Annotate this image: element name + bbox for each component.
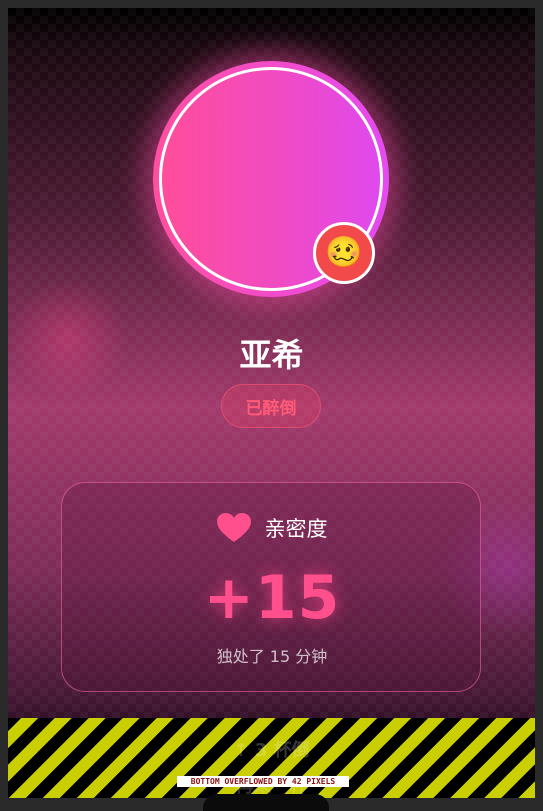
status-emoji-glyph: 🥴 xyxy=(325,235,363,270)
home-indicator[interactable] xyxy=(203,794,329,811)
intimacy-card: 亲密度 +15 独处了 15 分钟 xyxy=(61,482,481,692)
character-name: 亚希 xyxy=(239,336,304,374)
app-screen: 🥴 亚希 已醉倒 亲密度 +15 独处了 15 分钟 ↑ 3 杯倒 再来一杯 xyxy=(8,8,535,798)
status-badge: 已醉倒 xyxy=(221,384,321,428)
woozy-face-icon: 🥴 xyxy=(313,222,375,284)
overflow-debug-label: BOTTOM OVERFLOWED BY 42 PIXELS xyxy=(177,776,349,787)
intimacy-card-header: 亲密度 xyxy=(62,513,482,543)
intimacy-title: 亲密度 xyxy=(264,517,328,541)
intimacy-value: +15 xyxy=(203,563,341,633)
intimacy-subtitle: 独处了 15 分钟 xyxy=(216,647,328,666)
status-badge-label: 已醉倒 xyxy=(245,398,297,419)
hidden-action-button[interactable]: ↑ 3 杯倒 xyxy=(8,736,535,762)
heart-icon xyxy=(216,513,251,542)
